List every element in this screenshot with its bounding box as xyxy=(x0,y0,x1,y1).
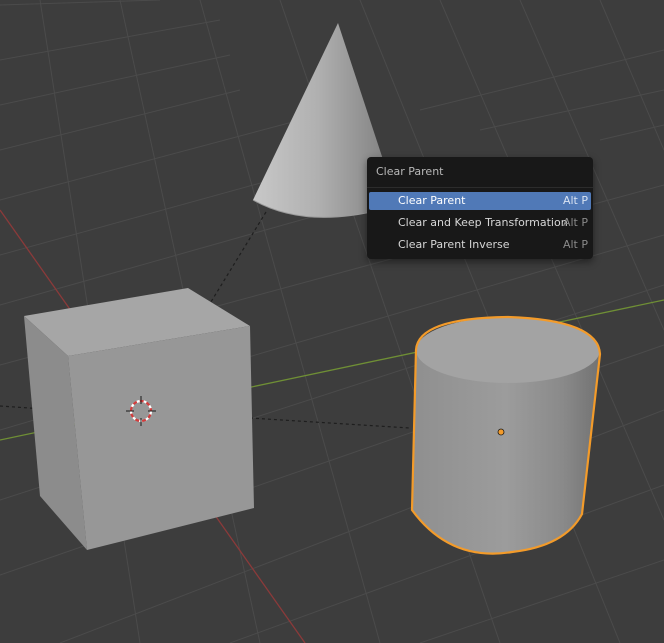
cube-object[interactable] xyxy=(24,288,254,550)
menu-item-shortcut: Alt P xyxy=(562,216,588,229)
menu-item-label: Clear and Keep Transformation xyxy=(398,216,568,229)
menu-item-clear-parent-inverse[interactable]: Clear Parent Inverse Alt P xyxy=(369,236,591,254)
3d-viewport[interactable] xyxy=(0,0,664,643)
menu-item-label: Clear Parent xyxy=(398,194,466,207)
cylinder-object[interactable] xyxy=(410,315,602,555)
clear-parent-menu: Clear Parent Clear Parent Alt P Clear an… xyxy=(367,157,593,259)
menu-item-shortcut: Alt P xyxy=(562,194,588,207)
menu-item-label: Clear Parent Inverse xyxy=(398,238,510,251)
menu-title: Clear Parent xyxy=(376,165,444,178)
menu-divider xyxy=(367,187,593,188)
menu-item-shortcut: Alt P xyxy=(562,238,588,251)
origin-dot xyxy=(497,428,505,436)
menu-item-clear-and-keep-transformation[interactable]: Clear and Keep Transformation Alt P xyxy=(369,214,591,232)
menu-item-clear-parent[interactable]: Clear Parent Alt P xyxy=(369,192,591,210)
